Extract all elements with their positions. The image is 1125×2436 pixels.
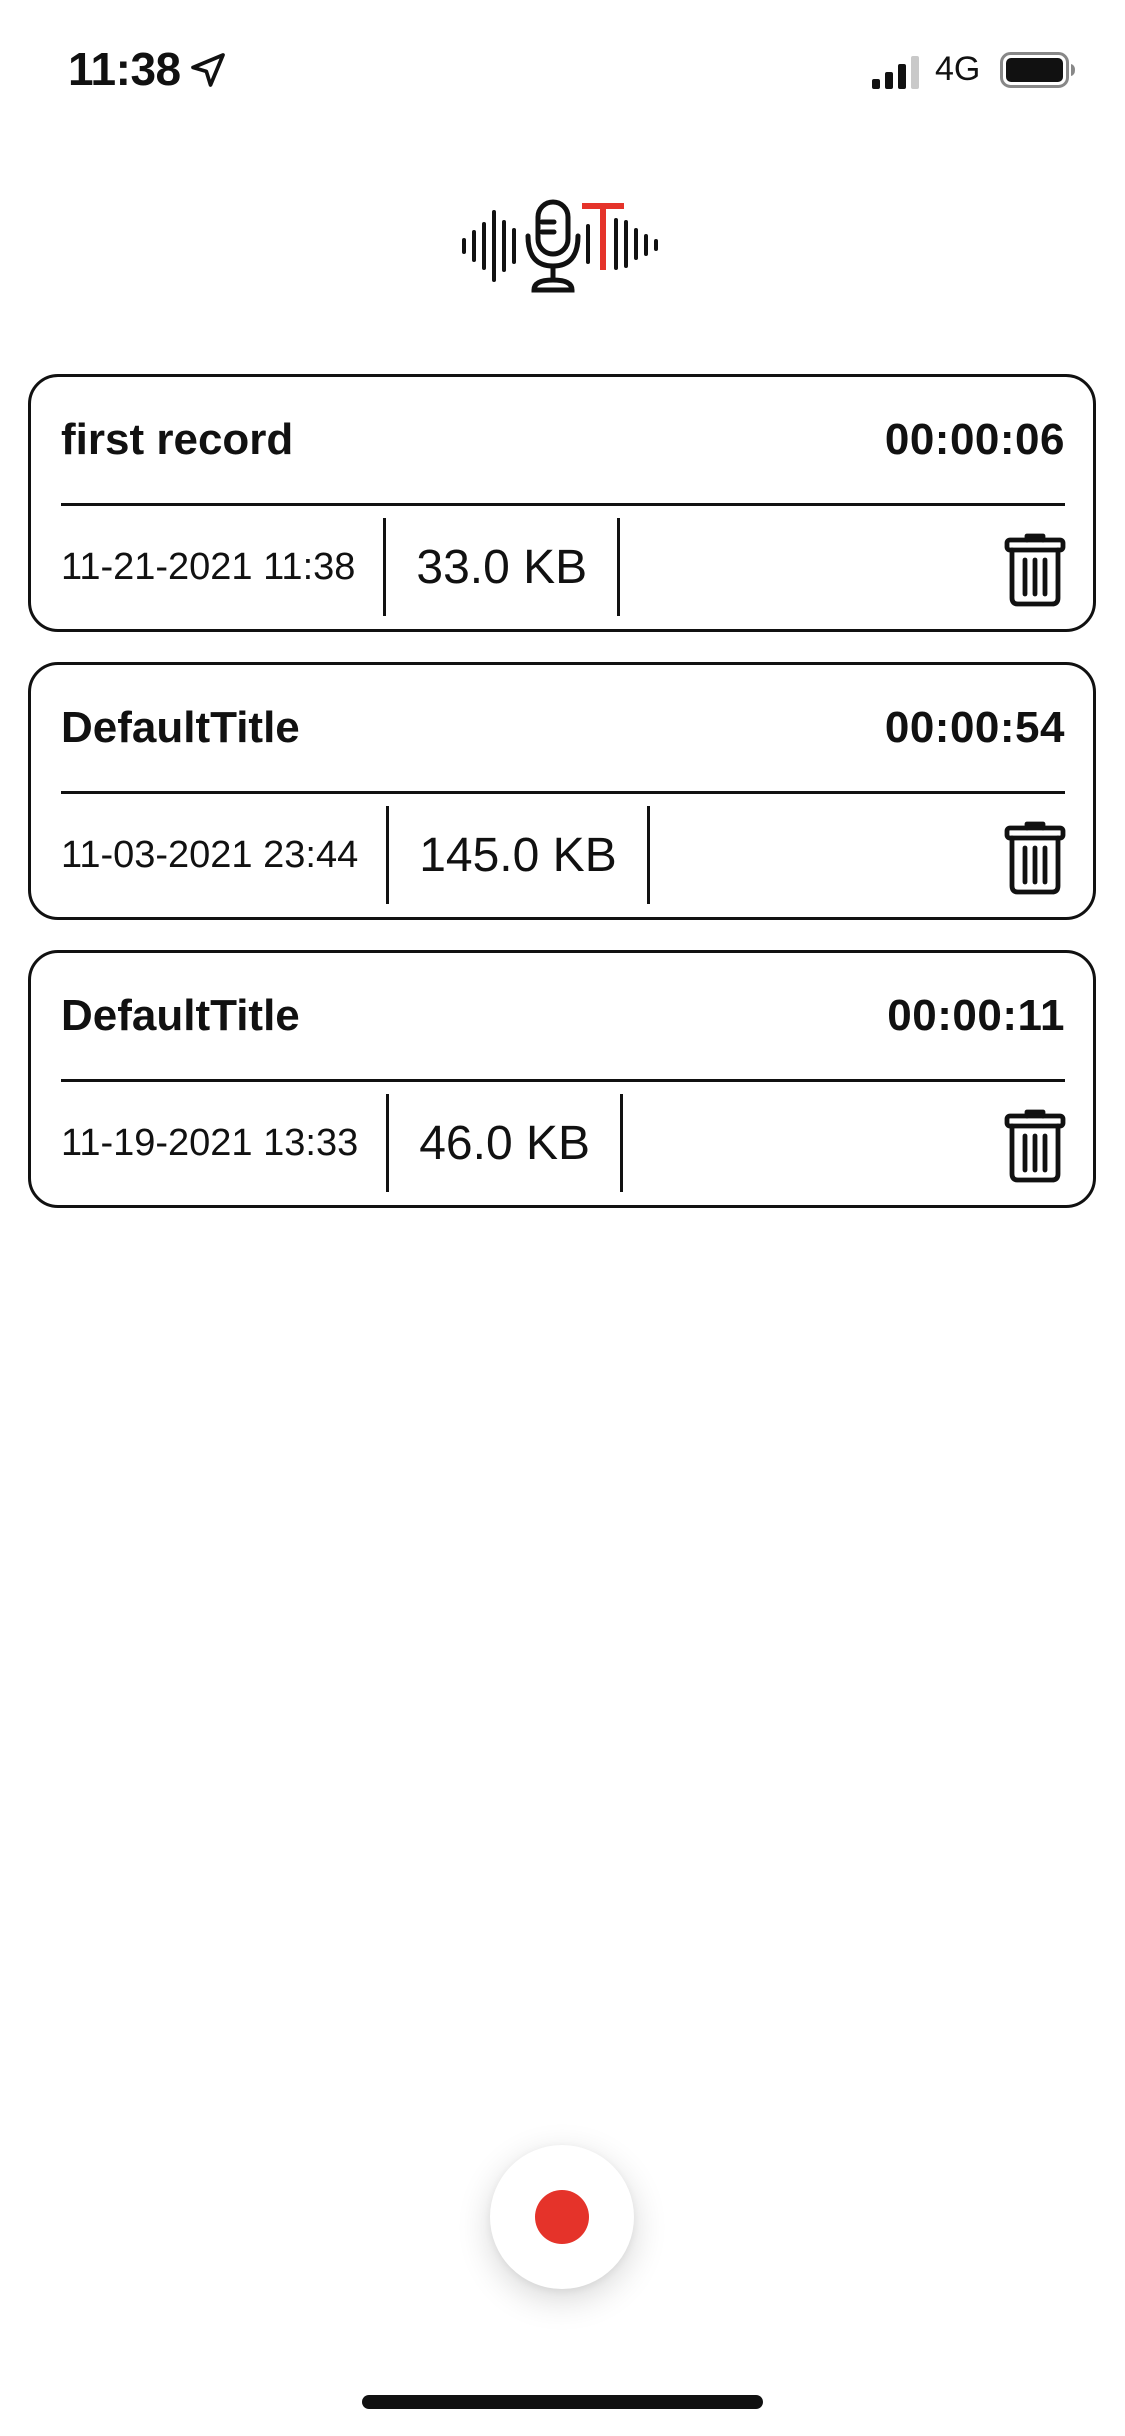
- record-dot-icon: [535, 2190, 589, 2244]
- home-indicator[interactable]: [362, 2395, 763, 2409]
- meta-separator: [646, 806, 650, 904]
- recordings-list: first record 00:00:06 11-21-2021 11:38 3…: [28, 374, 1096, 1238]
- recording-duration: 00:00:06: [884, 415, 1065, 464]
- recording-duration: 00:00:54: [884, 703, 1065, 752]
- trash-icon[interactable]: [1003, 820, 1067, 896]
- recording-size: 46.0 KB: [419, 1116, 591, 1170]
- meta-separator: [620, 1094, 624, 1192]
- recording-size: 33.0 KB: [416, 540, 588, 594]
- status-bar: 11:38 4G: [0, 0, 1125, 140]
- recording-title: DefaultTitle: [61, 991, 300, 1040]
- recording-date: 11-19-2021 13:33: [61, 1121, 359, 1164]
- recording-title: first record: [61, 415, 294, 464]
- status-time: 11:38: [68, 43, 181, 95]
- battery-icon: [1000, 52, 1075, 88]
- card-divider: [61, 503, 1065, 506]
- recording-date: 11-21-2021 11:38: [61, 545, 356, 588]
- network-type-label: 4G: [935, 50, 981, 88]
- recording-meta: 11-03-2021 23:44 145.0 KB: [61, 805, 650, 905]
- cellular-signal-icon: [872, 56, 919, 89]
- recording-title: DefaultTitle: [61, 703, 300, 752]
- card-divider: [61, 1079, 1065, 1082]
- trash-icon[interactable]: [1003, 1108, 1067, 1184]
- app-logo: [462, 199, 658, 293]
- record-button[interactable]: [490, 2145, 634, 2289]
- recording-card[interactable]: DefaultTitle 00:00:11 11-19-2021 13:33 4…: [28, 950, 1096, 1208]
- recording-meta: 11-19-2021 13:33 46.0 KB: [61, 1093, 624, 1193]
- recording-date: 11-03-2021 23:44: [61, 833, 359, 876]
- recording-meta: 11-21-2021 11:38 33.0 KB: [61, 517, 621, 617]
- location-arrow-icon: [191, 53, 225, 87]
- meta-separator: [617, 518, 621, 616]
- recording-size: 145.0 KB: [419, 828, 617, 882]
- recording-duration: 00:00:11: [887, 991, 1065, 1040]
- recording-card[interactable]: first record 00:00:06 11-21-2021 11:38 3…: [28, 374, 1096, 632]
- card-divider: [61, 791, 1065, 794]
- recording-card[interactable]: DefaultTitle 00:00:54 11-03-2021 23:44 1…: [28, 662, 1096, 920]
- trash-icon[interactable]: [1003, 532, 1067, 608]
